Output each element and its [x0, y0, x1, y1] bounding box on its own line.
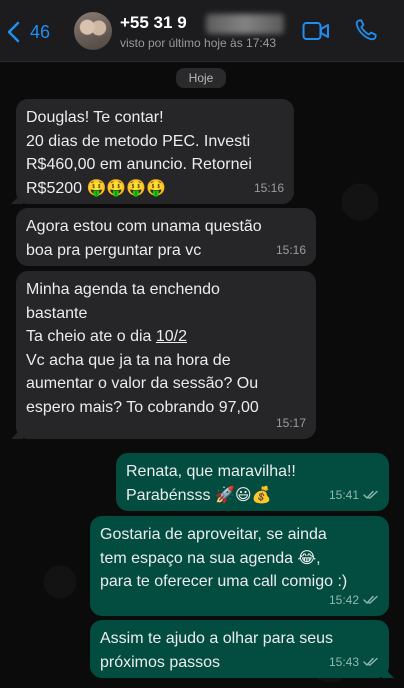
message-text: Gostaria de aproveitar, se ainda tem esp…	[100, 526, 348, 590]
message-bubble-outgoing[interactable]: Gostaria de aproveitar, se ainda tem esp…	[90, 516, 389, 616]
phone-icon[interactable]	[354, 18, 378, 42]
message-time: 15:17	[275, 415, 306, 430]
read-receipt-icon	[363, 490, 379, 500]
message-bubble-incoming[interactable]: Agora estou com unama questão boa pra pe…	[16, 208, 316, 266]
last-seen-status: visto por último hoje às 17:43	[120, 36, 277, 50]
message-text: Douglas! Te contar! 20 dias de metodo PE…	[26, 109, 252, 197]
back-button[interactable]: 46	[6, 18, 50, 46]
message-text-part: Vc acha que ja ta na hora de aumentar o …	[26, 351, 259, 416]
message-time: 15:41	[328, 487, 359, 502]
chat-header: 46 +55 31 9 visto por último hoje às 17:…	[0, 0, 404, 62]
message-bubble-outgoing[interactable]: Renata, que maravilha!! Parabénsss 🚀😃💰 1…	[116, 453, 389, 511]
unread-count: 46	[30, 21, 51, 42]
message-time: 15:43	[328, 654, 359, 669]
message-bubble-incoming[interactable]: Douglas! Te contar! 20 dias de metodo PE…	[11, 99, 294, 204]
message-time: 15:42	[328, 592, 359, 607]
date-divider: Hoje	[176, 68, 226, 88]
chevron-left-icon	[7, 21, 20, 43]
video-icon[interactable]	[302, 20, 330, 42]
read-receipt-icon	[363, 595, 379, 605]
message-time: 15:16	[275, 242, 306, 257]
date-link[interactable]: 10/2	[156, 328, 187, 345]
message-time: 15:16	[253, 180, 284, 195]
message-bubble-outgoing[interactable]: Assim te ajudo a olhar para seus próximo…	[90, 620, 394, 678]
message-bubble-incoming[interactable]: Minha agenda ta enchendo bastante Ta che…	[11, 271, 316, 439]
read-receipt-icon	[363, 657, 379, 667]
message-text: Agora estou com unama questão boa pra pe…	[26, 218, 262, 259]
redacted-number	[206, 14, 284, 34]
message-text-part: Minha agenda ta enchendo bastante Ta che…	[26, 281, 220, 345]
contact-name[interactable]: +55 31 9	[120, 13, 187, 33]
message-text: Minha agenda ta enchendo bastante Ta che…	[26, 278, 306, 419]
avatar[interactable]	[74, 12, 112, 50]
